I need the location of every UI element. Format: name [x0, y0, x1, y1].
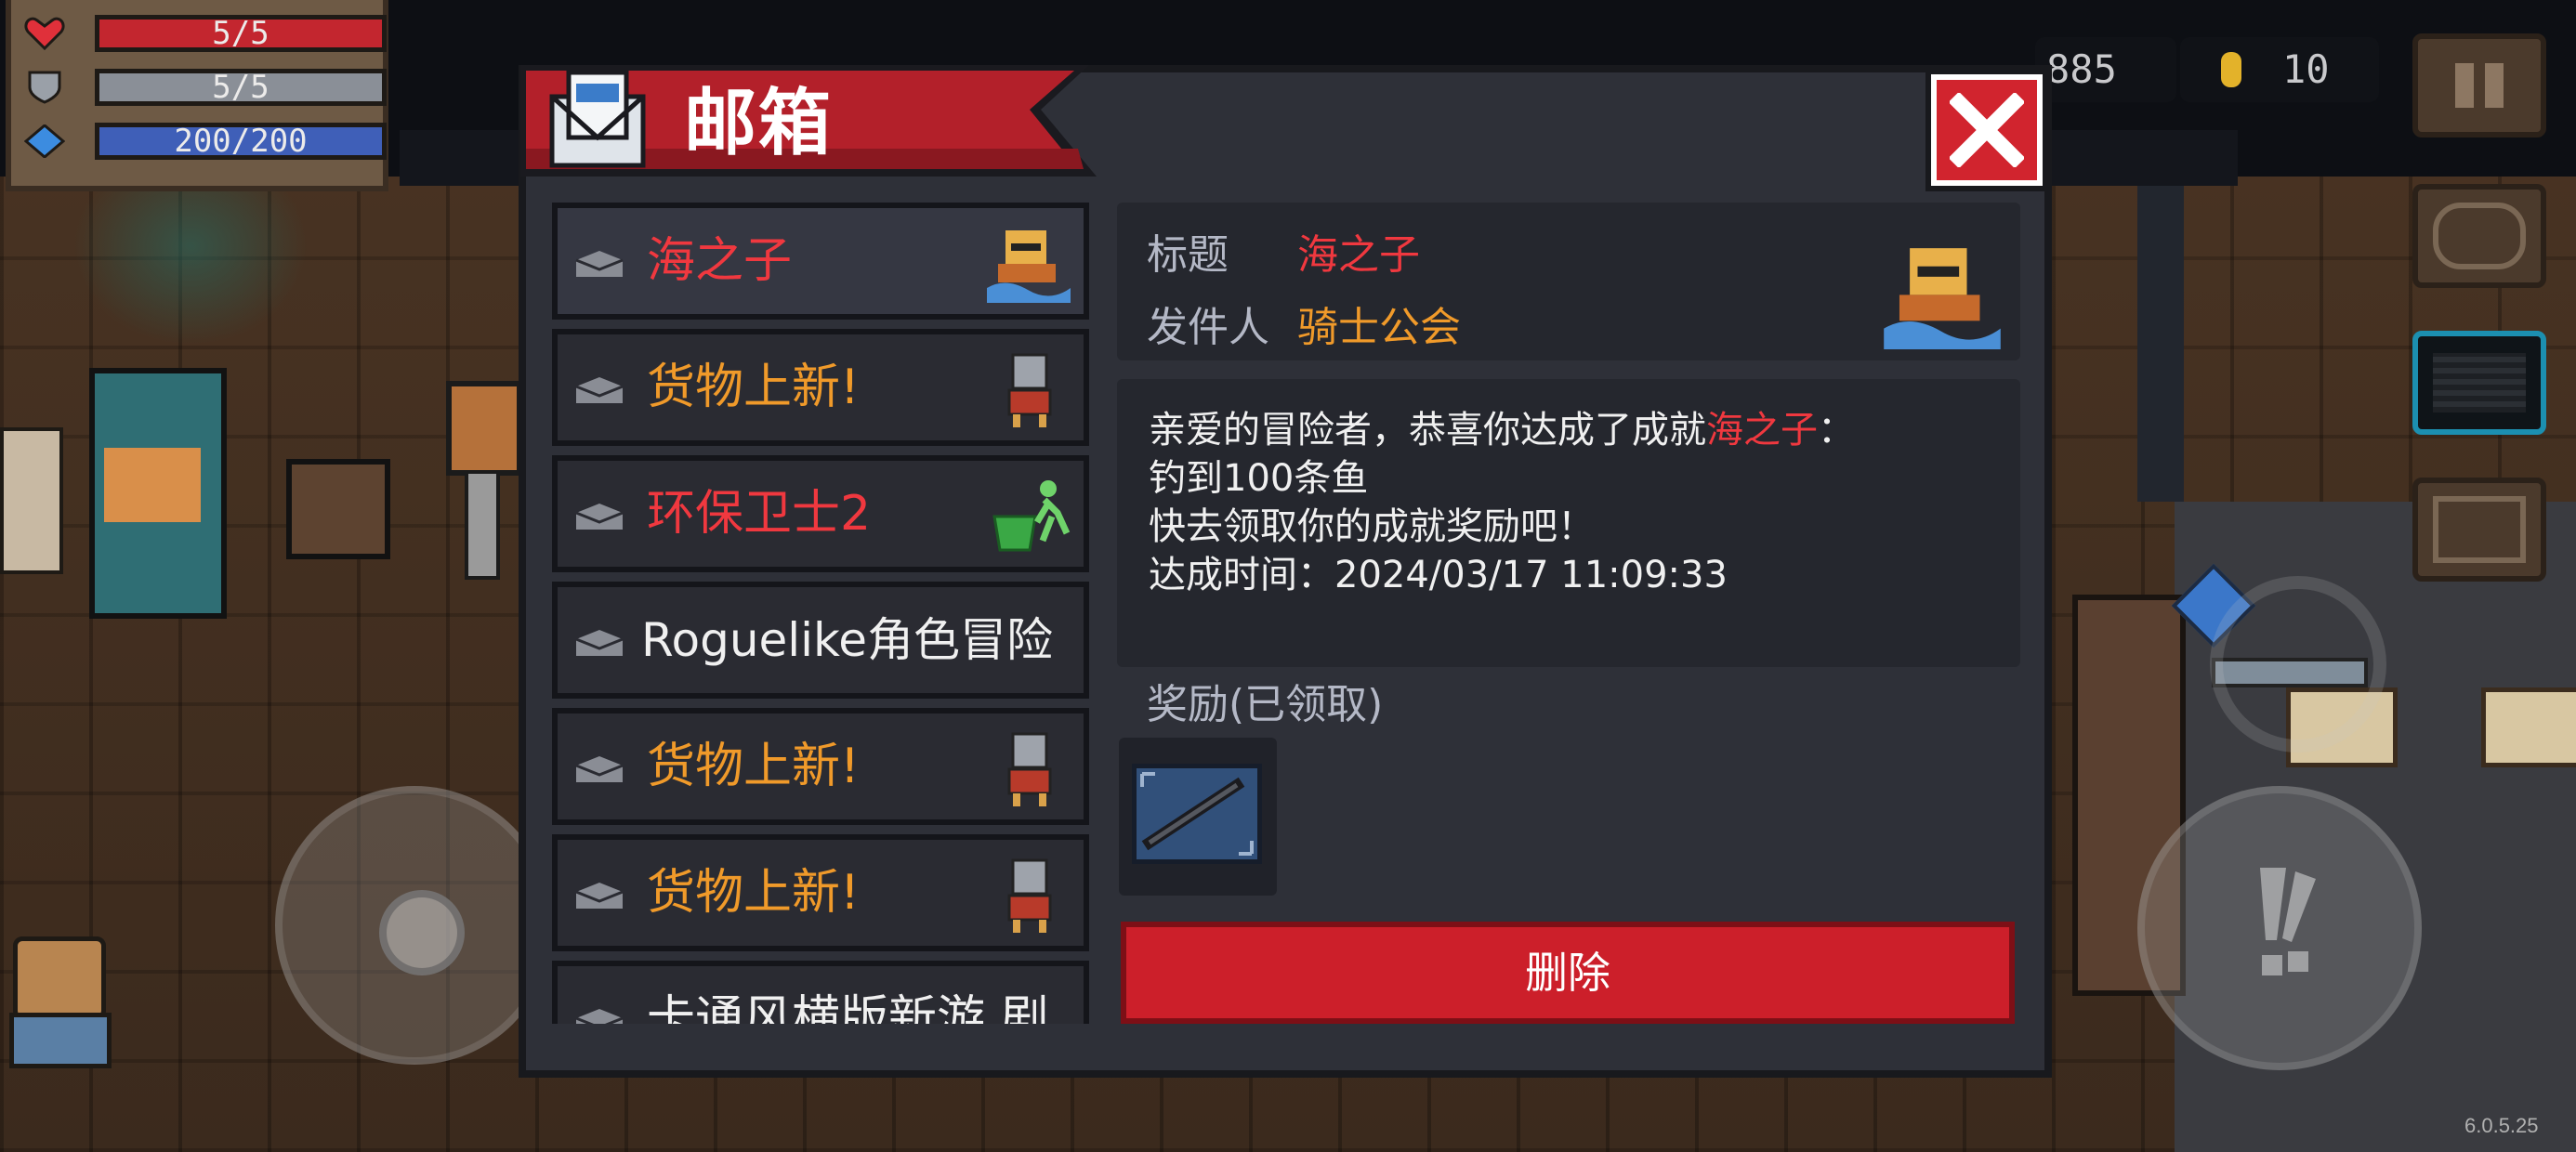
attack-button[interactable]: [2137, 786, 2422, 1070]
energy-bar: 200/200: [95, 123, 387, 160]
mail-envelope-icon: [549, 70, 646, 168]
player-stats-panel: 5/5 5/5 200/200: [6, 0, 388, 191]
mail-list[interactable]: 海之子 货物上新! 环保卫士2 Roguelike角色冒险 货物上新! 货物上新…: [552, 203, 1093, 1024]
energy-diamond-icon: [24, 124, 65, 158]
chat-button[interactable]: [2412, 331, 2546, 435]
move-joystick[interactable]: [275, 786, 554, 1065]
attack-exclaim-icon: [2260, 868, 2316, 975]
mail-item[interactable]: 货物上新!: [552, 834, 1089, 951]
gem-value: 885: [2046, 46, 2117, 92]
mail-title: 货物上新!: [647, 739, 860, 794]
version-label: 6.0.5.25: [2464, 1114, 2539, 1137]
wall-segment: [2052, 130, 2238, 186]
npc-character: [0, 427, 74, 613]
mail-title: 环保卫士2: [647, 486, 872, 542]
opened-envelope-icon: [575, 630, 624, 656]
opened-envelope-icon: [575, 504, 624, 530]
opened-envelope-icon: [575, 756, 624, 782]
vending-machine: [89, 368, 227, 619]
armor-value: 5/5: [212, 69, 269, 106]
coin-icon: [2221, 52, 2241, 87]
dialog-title: 邮箱: [684, 82, 834, 165]
body-line-1: 亲爱的冒险者，恭喜你达成了成就海之子：: [1149, 399, 1855, 453]
fisher-avatar-icon: [987, 230, 1071, 303]
body-text: 亲爱的冒险者，恭喜你达成了成就: [1149, 409, 1706, 452]
opened-envelope-icon: [575, 377, 624, 403]
close-x-icon: [1950, 93, 2024, 167]
energy-row: 200/200: [24, 119, 387, 164]
opened-envelope-icon: [575, 251, 624, 277]
mail-item[interactable]: 环保卫士2: [552, 455, 1089, 572]
armor-row: 5/5: [24, 65, 387, 110]
mail-item[interactable]: 货物上新!: [552, 329, 1089, 446]
wall-pillar: [2137, 186, 2184, 502]
swap-weapon-button[interactable]: [2412, 184, 2546, 288]
body-text: ：: [1818, 409, 1855, 452]
heart-icon: [24, 17, 65, 50]
mail-title: 货物上新!: [647, 360, 860, 415]
mail-item[interactable]: 海之子: [552, 203, 1089, 320]
mail-title: 货物上新!: [647, 865, 860, 921]
bear-character: [0, 920, 121, 1068]
title-value: 海之子: [1297, 231, 1420, 279]
recycle-bin-icon: [992, 480, 1071, 552]
trophy-stand: [437, 381, 530, 595]
gem-counter: 885: [2035, 37, 2176, 102]
close-button[interactable]: [1931, 74, 2043, 186]
rifle-weapon-icon: [1140, 772, 1254, 856]
pause-button[interactable]: [2412, 33, 2546, 137]
wooden-crate: [286, 459, 390, 559]
health-row: 5/5: [24, 11, 387, 56]
title-label: 标题: [1147, 231, 1229, 279]
coin-value: 10: [2282, 46, 2330, 92]
opened-envelope-icon: [575, 1009, 624, 1024]
opened-envelope-icon: [575, 883, 624, 909]
reward-label: 奖励(已领取): [1147, 681, 1384, 728]
mail-title: 海之子: [647, 233, 793, 289]
coin-counter: 10: [2180, 37, 2379, 102]
mail-body: 亲爱的冒险者，恭喜你达成了成就海之子： 钓到100条鱼 快去领取你的成就奖励吧！…: [1117, 379, 2020, 667]
mail-item[interactable]: Roguelike角色冒险: [552, 582, 1089, 699]
health-value: 5/5: [212, 15, 269, 52]
merchant-cat-icon: [1007, 858, 1052, 933]
merchant-cat-icon: [1007, 353, 1052, 427]
fisher-avatar-icon: [1884, 248, 2001, 349]
health-bar: 5/5: [95, 15, 387, 52]
merchant-cat-icon: [1007, 732, 1052, 806]
notice-board: [2481, 687, 2576, 767]
skill-button[interactable]: [2210, 576, 2386, 753]
mail-title: 卡通风横版新游 剧: [647, 991, 1049, 1024]
body-line-4: 达成时间：2024/03/17 11:09:33: [1149, 554, 1728, 596]
sender-value: 骑士公会: [1297, 304, 1461, 351]
mail-item[interactable]: 货物上新!: [552, 708, 1089, 825]
exit-button[interactable]: [2412, 478, 2546, 582]
reward-item[interactable]: [1132, 764, 1262, 864]
mail-title: Roguelike角色冒险: [641, 613, 1053, 667]
shield-icon: [28, 71, 61, 104]
body-line-3: 快去领取你的成就奖励吧！: [1149, 505, 1595, 548]
mail-item[interactable]: 卡通风横版新游 剧: [552, 961, 1089, 1024]
energy-value: 200/200: [174, 123, 308, 160]
delete-button[interactable]: 删除: [1121, 922, 2015, 1024]
body-line-2: 钓到100条鱼: [1149, 457, 1369, 500]
sender-label: 发件人: [1147, 304, 1269, 351]
armor-bar: 5/5: [95, 69, 387, 106]
achievement-name: 海之子: [1706, 409, 1818, 452]
